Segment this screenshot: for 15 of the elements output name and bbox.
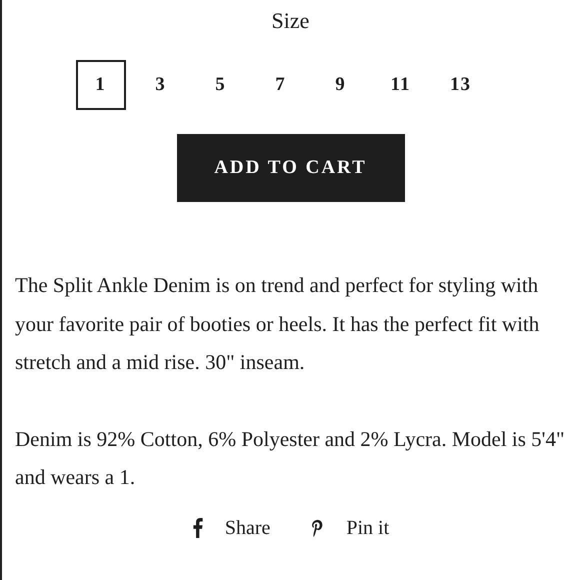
description-paragraph: Denim is 92% Cotton, 6% Polyester and 2% Lycra. Model is 5'4" and wears a 1. bbox=[15, 426, 566, 491]
add-to-cart-button[interactable]: ADD TO CART bbox=[176, 134, 404, 202]
size-option[interactable]: 5 bbox=[196, 60, 246, 110]
facebook-icon bbox=[192, 518, 203, 538]
pinterest-icon bbox=[310, 518, 324, 538]
share-link[interactable]: Share bbox=[192, 516, 270, 540]
size-option[interactable]: 3 bbox=[136, 60, 186, 110]
size-option[interactable]: 7 bbox=[256, 60, 306, 110]
description-paragraph: The Split Ankle Denim is on trend and perfect for styling with your favorite pair of booties or heels. It has the perfect fit with stretch and a mid rise. 30" inseam. bbox=[15, 272, 540, 376]
share-link[interactable]: Pin it bbox=[310, 516, 390, 540]
size-option[interactable]: 9 bbox=[316, 60, 366, 110]
size-option[interactable]: 13 bbox=[436, 60, 486, 110]
size-label: Size bbox=[270, 7, 310, 35]
size-option[interactable]: 1 bbox=[76, 60, 126, 110]
size-option[interactable]: 11 bbox=[376, 60, 426, 110]
